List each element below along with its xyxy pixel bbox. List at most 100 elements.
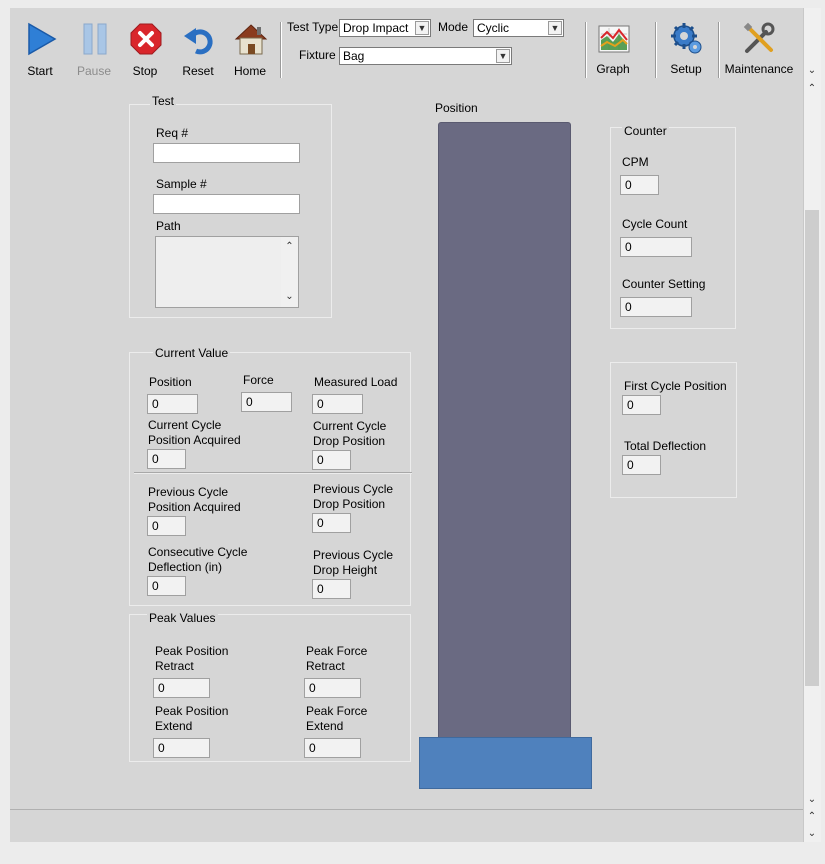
path-label: Path — [156, 219, 181, 233]
current-cycle-position-acquired-label: Current Cycle Position Acquired — [148, 418, 241, 448]
label-line-1: Peak Position — [155, 704, 229, 718]
chevron-up-icon[interactable]: ⌃ — [281, 241, 298, 252]
chevron-up-icon[interactable]: ⌃ — [804, 812, 820, 822]
toolbar-separator — [718, 22, 720, 78]
label-line-1: Previous Cycle — [313, 548, 394, 562]
stop-label: Stop — [132, 64, 158, 78]
label-line-1: Peak Position — [155, 644, 229, 658]
current-cycle-drop-position-label: Current Cycle Drop Position — [313, 419, 386, 449]
pause-button[interactable]: Pause — [69, 18, 119, 82]
window-top-edge — [0, 0, 825, 8]
chevron-down-icon[interactable]: ⌄ — [804, 829, 820, 839]
section-divider — [134, 472, 412, 474]
label-line-1: Current Cycle — [148, 418, 222, 432]
test-type-select[interactable]: Drop Impact ▼ — [339, 19, 431, 37]
setup-button[interactable]: Setup — [661, 18, 711, 82]
chevron-down-icon[interactable]: ▼ — [548, 21, 562, 35]
req-label: Req # — [156, 126, 189, 140]
toolbar-separator — [585, 22, 587, 78]
reset-label: Reset — [182, 64, 214, 78]
first-cycle-position-label: First Cycle Position — [624, 379, 727, 393]
reset-button[interactable]: Reset — [173, 18, 223, 82]
toolbar-separator — [280, 22, 282, 78]
home-label: Home — [233, 64, 266, 78]
maintenance-button[interactable]: Maintenance — [722, 18, 796, 82]
test-type-value: Drop Impact — [343, 21, 409, 35]
label-line-1: Previous Cycle — [313, 482, 394, 496]
peak-values-title: Peak Values — [147, 611, 218, 625]
chevron-down-icon[interactable]: ⌄ — [804, 795, 820, 805]
label-line-2: Position Acquired — [148, 500, 241, 514]
total-deflection-label: Total Deflection — [624, 439, 707, 453]
stop-button[interactable]: Stop — [120, 18, 170, 82]
cpm-label: CPM — [622, 155, 649, 169]
counter-setting-label: Counter Setting — [622, 277, 706, 291]
peak-position-retract-label: Peak Position Retract — [155, 644, 228, 674]
maintenance-label: Maintenance — [724, 62, 794, 76]
chevron-up-icon[interactable]: ⌃ — [804, 84, 820, 94]
test-type-label: Test Type — [287, 20, 339, 34]
chevron-down-icon[interactable]: ⌄ — [281, 291, 298, 302]
path-scrollbar[interactable]: ⌃ ⌄ — [281, 237, 298, 307]
chevron-down-icon[interactable]: ▼ — [496, 49, 510, 63]
tools-icon — [743, 22, 775, 53]
graph-label: Graph — [596, 62, 630, 76]
req-input[interactable] — [153, 143, 300, 163]
label-line-2: Retract — [306, 659, 345, 673]
label-line-2: Drop Position — [313, 434, 386, 448]
pause-label: Pause — [76, 64, 112, 78]
consecutive-cycle-deflection-value: 0 — [147, 576, 186, 596]
mode-label: Mode — [438, 20, 469, 34]
status-scrollbar[interactable]: ⌃ ⌄ — [803, 809, 821, 842]
label-line-2: Extend — [155, 719, 193, 733]
sample-input[interactable] — [153, 194, 300, 214]
start-label: Start — [27, 64, 53, 78]
graph-button[interactable]: Graph — [588, 18, 638, 82]
start-button[interactable]: Start — [15, 18, 65, 82]
label-line-2: Extend — [306, 719, 344, 733]
previous-cycle-drop-height-value: 0 — [312, 579, 351, 599]
cpm-value: 0 — [620, 175, 659, 195]
status-bar — [10, 809, 803, 843]
consecutive-cycle-deflection-label: Consecutive Cycle Deflection (in) — [148, 545, 247, 575]
peak-force-extend-label: Peak Force Extend — [306, 704, 367, 734]
current-value-title: Current Value — [153, 346, 231, 360]
previous-cycle-position-acquired-value: 0 — [147, 516, 186, 536]
force-value: 0 — [241, 392, 292, 412]
setup-label: Setup — [670, 62, 702, 76]
force-label: Force — [243, 373, 274, 387]
peak-force-retract-label: Peak Force Retract — [306, 644, 367, 674]
scrollbar-thumb[interactable] — [805, 210, 819, 686]
stop-icon — [130, 23, 162, 55]
current-cycle-drop-position-value: 0 — [312, 450, 351, 470]
sample-label: Sample # — [156, 177, 207, 191]
toolbar-scrollbar[interactable]: ⌄ — [803, 8, 821, 81]
chevron-down-icon[interactable]: ▼ — [415, 21, 429, 35]
graph-icon — [598, 25, 630, 53]
peak-force-retract-value: 0 — [304, 678, 361, 698]
window-left-edge — [0, 8, 10, 842]
previous-cycle-drop-height-label: Previous Cycle Drop Height — [313, 548, 393, 578]
position-label: Position — [149, 375, 192, 389]
counter-title: Counter — [622, 124, 669, 138]
label-line-2: Drop Position — [313, 497, 386, 511]
cycle-count-value: 0 — [620, 237, 692, 257]
fixture-select[interactable]: Bag ▼ — [339, 47, 512, 65]
play-icon — [28, 22, 57, 56]
cycle-count-label: Cycle Count — [622, 217, 688, 231]
position-indicator-bar — [438, 122, 571, 742]
label-line-1: Peak Force — [306, 704, 368, 718]
pause-icon — [83, 23, 107, 55]
label-line-1: Peak Force — [306, 644, 368, 658]
mode-select[interactable]: Cyclic ▼ — [473, 19, 564, 37]
window-bottom-edge — [0, 842, 825, 864]
counter-setting-value: 0 — [620, 297, 692, 317]
position-value: 0 — [147, 394, 198, 414]
path-textarea[interactable]: ⌃ ⌄ — [155, 236, 299, 308]
total-deflection-value: 0 — [622, 455, 661, 475]
mode-value: Cyclic — [477, 21, 509, 35]
chevron-down-icon[interactable]: ⌄ — [804, 66, 820, 76]
previous-cycle-drop-position-value: 0 — [312, 513, 351, 533]
peak-position-extend-value: 0 — [153, 738, 210, 758]
home-button[interactable]: Home — [225, 18, 275, 82]
